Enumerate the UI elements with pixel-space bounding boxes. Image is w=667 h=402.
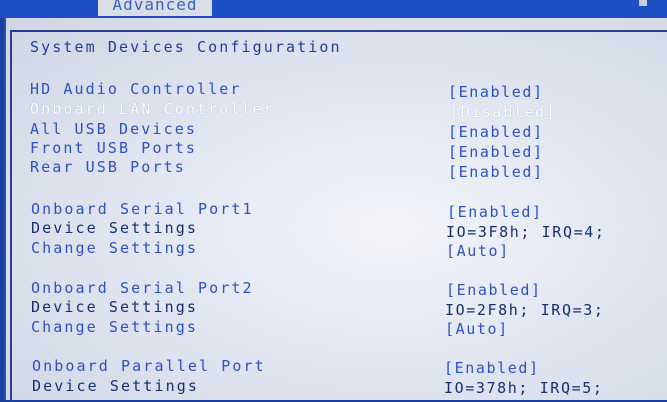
item-hd-audio-value[interactable]: [Enabled] [448, 83, 544, 101]
item-parallel-device-label: Device Settings [32, 377, 199, 395]
item-onboard-lan-label[interactable]: Onboard LAN Controller [30, 100, 275, 118]
item-serial1-device-value: IO=3F8h; IRQ=4; [446, 223, 606, 241]
corner-mark [639, 0, 647, 6]
top-tab-bar: Advanced [0, 0, 667, 18]
item-serial2-device-label: Device Settings [31, 298, 198, 316]
item-serial2-change-label[interactable]: Change Settings [31, 318, 198, 336]
item-serial2-device-value: IO=2F8h; IRQ=3; [445, 301, 605, 319]
item-parallel-value[interactable]: [Enabled] [444, 359, 540, 377]
page-title: System Devices Configuration [30, 38, 342, 56]
item-onboard-lan-value[interactable]: [Disabled] [450, 103, 556, 121]
item-serial2-value[interactable]: [Enabled] [446, 281, 542, 299]
item-serial1-change-value[interactable]: [Auto] [446, 242, 510, 260]
item-hd-audio-label[interactable]: HD Audio Controller [30, 80, 241, 98]
item-rear-usb-label[interactable]: Rear USB Ports [30, 158, 186, 176]
item-parallel-label[interactable]: Onboard Parallel Port [32, 357, 266, 375]
item-serial1-value[interactable]: [Enabled] [447, 203, 543, 221]
tab-advanced[interactable]: Advanced [98, 0, 212, 16]
item-all-usb-value[interactable]: [Enabled] [448, 123, 544, 141]
item-rear-usb-value[interactable]: [Enabled] [448, 163, 544, 181]
item-all-usb-label[interactable]: All USB Devices [30, 120, 197, 138]
item-serial2-change-value[interactable]: [Auto] [445, 320, 509, 338]
item-serial1-change-label[interactable]: Change Settings [31, 239, 198, 257]
item-parallel-device-value: IO=378h; IRQ=5; [444, 379, 604, 397]
item-serial1-device-label: Device Settings [31, 219, 198, 237]
item-front-usb-value[interactable]: [Enabled] [448, 143, 544, 161]
item-front-usb-label[interactable]: Front USB Ports [30, 139, 197, 157]
item-serial2-label[interactable]: Onboard Serial Port2 [31, 279, 254, 297]
item-serial1-label[interactable]: Onboard Serial Port1 [31, 200, 254, 218]
